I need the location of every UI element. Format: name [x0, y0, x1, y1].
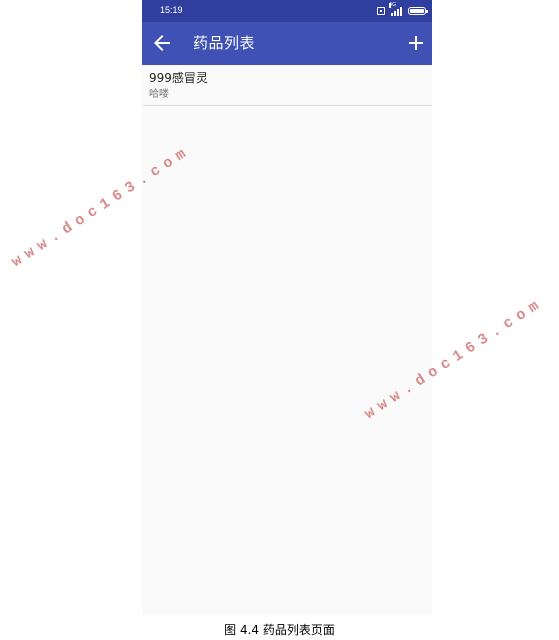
medicine-note: 哈喽: [149, 89, 169, 100]
sim-icon: [377, 7, 385, 15]
status-bar: 15:19 4G: [142, 0, 432, 22]
medicine-name: 999感冒灵: [149, 71, 208, 85]
phone-screen: 15:19 4G 药品列表 999感冒灵 哈喽: [142, 0, 432, 615]
figure-caption: 图 4.4 药品列表页面: [224, 623, 335, 637]
signal-icon: 4G: [389, 2, 402, 16]
network-type-label: 4G: [389, 1, 397, 8]
plus-icon: [409, 36, 423, 50]
list-item[interactable]: 999感冒灵 哈喽: [142, 65, 432, 106]
status-icons: 4G: [377, 2, 428, 17]
app-bar: 药品列表: [142, 22, 432, 65]
add-medicine-button[interactable]: [404, 31, 428, 55]
battery-icon: [408, 7, 428, 15]
arrow-left-icon: [154, 35, 170, 51]
medicine-list: 999感冒灵 哈喽: [142, 65, 432, 106]
page-title: 药品列表: [193, 34, 256, 52]
back-button[interactable]: [150, 31, 174, 55]
status-time: 15:19: [160, 5, 183, 15]
